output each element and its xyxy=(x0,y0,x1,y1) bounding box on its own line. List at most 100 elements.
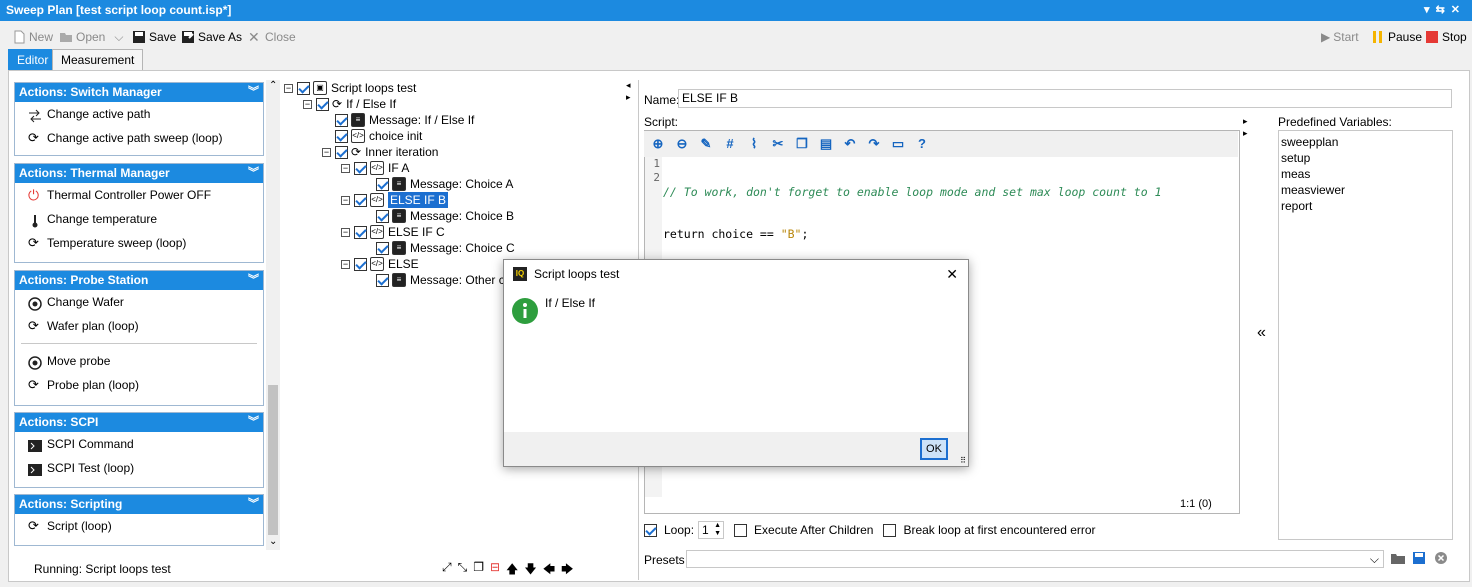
move-down-icon[interactable]: 🡇 xyxy=(524,560,536,581)
break-loop-checkbox[interactable] xyxy=(883,523,897,537)
group-header[interactable]: Actions: SCPI ︾ xyxy=(15,413,263,432)
list-item[interactable]: setup xyxy=(1281,150,1450,166)
group-header[interactable]: Actions: Probe Station ︾ xyxy=(15,271,263,290)
tree-node[interactable]: − ⟳ Inner iteration xyxy=(322,144,438,160)
node-checkbox[interactable] xyxy=(354,225,367,239)
dialog-close-icon[interactable]: ✕ xyxy=(946,260,958,288)
tree-node[interactable]: </> choice init xyxy=(335,128,422,144)
action-temperature-sweep[interactable]: ⟳ Temperature sweep (loop) xyxy=(15,231,263,255)
collapse-icon[interactable]: ︾ xyxy=(248,83,259,102)
collapse-icon[interactable]: − xyxy=(322,147,331,157)
action-change-temperature[interactable]: Change temperature xyxy=(15,207,263,231)
tree-node[interactable]: − </> IF A xyxy=(341,160,409,176)
tree-node[interactable]: ≡ Message: If / Else If xyxy=(335,112,474,128)
node-checkbox[interactable] xyxy=(297,81,310,95)
stop-button[interactable]: Stop xyxy=(1425,28,1467,46)
node-checkbox[interactable] xyxy=(335,129,348,143)
actions-scrollbar[interactable]: ⌃ ⌄ xyxy=(266,80,280,550)
scroll-up-icon[interactable]: ⌃ xyxy=(269,80,277,91)
node-checkbox[interactable] xyxy=(376,177,389,191)
collapse-icon[interactable]: ︾ xyxy=(248,271,259,290)
presets-select[interactable]: ⌵ xyxy=(686,550,1384,568)
close-window-icon[interactable]: ✕ xyxy=(1451,4,1466,16)
collapse-icon[interactable]: − xyxy=(341,259,350,269)
collapse-icon[interactable]: − xyxy=(284,83,293,93)
tree-node[interactable]: − ⟳ If / Else If xyxy=(303,96,396,112)
pause-button[interactable]: Pause xyxy=(1371,28,1422,46)
collapse-icon[interactable]: ︾ xyxy=(248,164,259,183)
save-button[interactable]: Save xyxy=(132,28,176,46)
scroll-down-icon[interactable]: ⌄ xyxy=(269,536,277,547)
collapse-icon[interactable]: − xyxy=(303,99,312,109)
pin-icon[interactable]: ▾ xyxy=(1424,4,1436,16)
move-left-icon[interactable]: 🡄 xyxy=(543,560,555,581)
tree-node[interactable]: − </> ELSE IF C xyxy=(341,224,445,240)
collapse-panel-icon[interactable]: « xyxy=(1257,324,1266,342)
tree-node[interactable]: ≡ Message: Choice C xyxy=(376,240,515,256)
pen-icon[interactable]: ✎ xyxy=(698,136,714,152)
tree-node[interactable]: − ▣ Script loops test xyxy=(284,80,416,96)
execute-after-checkbox[interactable] xyxy=(734,523,748,537)
chevron-down-icon[interactable]: ⌵ xyxy=(114,29,123,45)
node-checkbox[interactable] xyxy=(316,97,329,111)
collapse-icon[interactable]: − xyxy=(341,163,350,173)
group-header[interactable]: Actions: Switch Manager ︾ xyxy=(15,83,263,102)
name-field[interactable]: ELSE IF B xyxy=(678,89,1452,108)
expand-all-icon[interactable]: ⤢ xyxy=(442,560,452,581)
redo-icon[interactable]: ↷ xyxy=(866,136,882,152)
collapse-icon[interactable]: ︾ xyxy=(248,495,259,514)
node-checkbox[interactable] xyxy=(335,113,348,127)
action-scpi-test[interactable]: SCPI Test (loop) xyxy=(15,456,263,480)
scroll-thumb[interactable] xyxy=(268,385,278,535)
undo-icon[interactable]: ↶ xyxy=(842,136,858,152)
splitter-left-icon[interactable]: ◂ xyxy=(626,80,631,91)
node-checkbox[interactable] xyxy=(376,241,389,255)
group-header[interactable]: Actions: Scripting ︾ xyxy=(15,495,263,514)
action-script-loop[interactable]: ⟳ Script (loop) xyxy=(15,514,263,538)
comment-icon[interactable]: ▭ xyxy=(890,136,906,152)
zoom-in-icon[interactable]: ⊕ xyxy=(650,136,666,152)
node-checkbox[interactable] xyxy=(354,193,367,207)
help-icon[interactable]: ? xyxy=(914,136,930,152)
load-preset-icon[interactable] xyxy=(1390,551,1406,568)
start-button[interactable]: ▶ Start xyxy=(1321,28,1359,46)
action-change-active-path[interactable]: Change active path xyxy=(15,102,263,126)
move-up-icon[interactable]: 🡅 xyxy=(506,560,518,581)
node-checkbox[interactable] xyxy=(376,209,389,223)
collapse-icon[interactable]: − xyxy=(341,195,350,205)
delete-icon[interactable]: ⊟ xyxy=(490,560,500,581)
new-button[interactable]: New xyxy=(12,28,53,46)
splitter-right-icon[interactable]: ▸ xyxy=(1243,128,1248,139)
group-header[interactable]: Actions: Thermal Manager ︾ xyxy=(15,164,263,183)
splitter-right-icon[interactable]: ▸ xyxy=(1243,116,1248,127)
paste-icon[interactable]: ▤ xyxy=(818,136,834,152)
action-change-wafer[interactable]: Change Wafer xyxy=(15,290,263,314)
save-preset-icon[interactable] xyxy=(1412,551,1426,568)
action-change-active-path-sweep[interactable]: ⟳ Change active path sweep (loop) xyxy=(15,126,263,150)
tree-node[interactable]: ≡ Message: Choice B xyxy=(376,208,514,224)
action-thermal-power-off[interactable]: ⏻ Thermal Controller Power OFF xyxy=(15,183,263,207)
tab-editor[interactable]: Editor xyxy=(8,49,58,71)
action-move-probe[interactable]: Move probe xyxy=(15,349,263,373)
collapse-icon[interactable]: − xyxy=(341,227,350,237)
cut-icon[interactable]: ✂ xyxy=(770,136,786,152)
loop-checkbox[interactable] xyxy=(644,523,657,537)
copy-icon[interactable]: ❐ xyxy=(794,136,810,152)
node-checkbox[interactable] xyxy=(354,161,367,175)
resize-grip-icon[interactable]: ⠿ xyxy=(960,456,966,465)
list-item[interactable]: measviewer xyxy=(1281,182,1450,198)
zoom-out-icon[interactable]: ⊖ xyxy=(674,136,690,152)
delete-preset-icon[interactable] xyxy=(1434,551,1448,568)
open-button[interactable]: Open ⌵ xyxy=(59,28,123,46)
copy-icon[interactable]: ❐ xyxy=(473,560,484,581)
list-item[interactable]: report xyxy=(1281,198,1450,214)
action-scpi-command[interactable]: SCPI Command xyxy=(15,432,263,456)
save-as-button[interactable]: Save As xyxy=(181,28,242,46)
tree-node[interactable]: ≡ Message: Other ch xyxy=(376,272,511,288)
action-probe-plan[interactable]: ⟳ Probe plan (loop) xyxy=(15,373,263,397)
tree-node[interactable]: − </> ELSE xyxy=(341,256,419,272)
collapse-icon[interactable]: ︾ xyxy=(248,413,259,432)
collapse-all-icon[interactable]: ⤡ xyxy=(458,560,468,581)
list-item[interactable]: sweepplan xyxy=(1281,134,1450,150)
list-item[interactable]: meas xyxy=(1281,166,1450,182)
